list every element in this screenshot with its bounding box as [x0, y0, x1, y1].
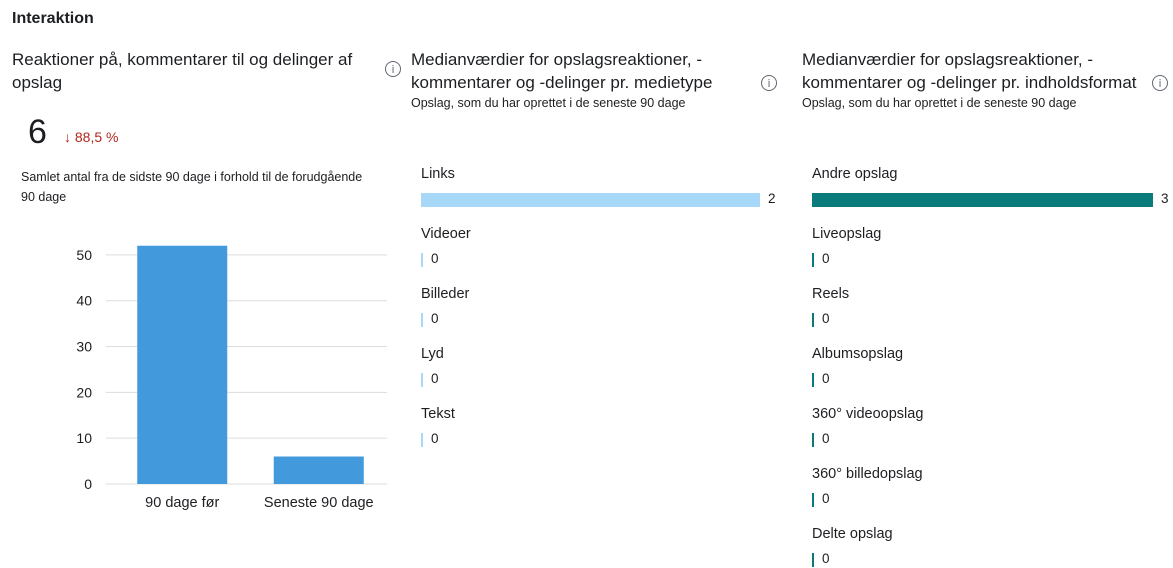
- bar-value: 0: [822, 251, 830, 266]
- bar[interactable]: [812, 553, 814, 567]
- bar-value: 0: [431, 431, 439, 446]
- bar[interactable]: [137, 245, 228, 484]
- bar[interactable]: [421, 433, 423, 447]
- bar[interactable]: [421, 193, 760, 207]
- bar[interactable]: [273, 456, 364, 484]
- kpi-delta: ↓ 88,5 %: [64, 129, 119, 145]
- bar[interactable]: [812, 373, 814, 387]
- section-title: Interaktion: [12, 10, 94, 27]
- comparison-bar-chart: 0 10 20 30 40 50 90 dage før Seneste 90 dage: [76, 245, 387, 511]
- bar[interactable]: [421, 313, 423, 327]
- card-title: Reaktioner på, kommentarer til og deling…: [12, 50, 353, 92]
- card-title: Medianværdier for opslagsreaktioner, -ko…: [802, 50, 1137, 92]
- y-tick-label: 0: [84, 476, 92, 492]
- content-format-card: Medianværdier for opslagsreaktioner, -ko…: [802, 48, 1173, 567]
- bar-label: Andre opslag: [812, 166, 898, 182]
- bar-value: 2: [768, 191, 776, 206]
- bar-label: Delte opslag: [812, 526, 893, 542]
- bar-label: Videoer: [421, 226, 471, 242]
- bar-label: 360° videoopslag: [812, 406, 924, 422]
- bar-value: 0: [431, 371, 439, 386]
- bar-label: Links: [421, 166, 455, 182]
- bar-label: Albumsopslag: [812, 346, 904, 362]
- bar-value: 0: [822, 551, 830, 566]
- bar-value: 0: [431, 251, 439, 266]
- card-subtitle: Opslag, som du har oprettet i de seneste…: [411, 96, 686, 110]
- bar-value: 0: [822, 431, 830, 446]
- info-icon[interactable]: i: [761, 75, 777, 91]
- bar-label: Tekst: [421, 406, 455, 422]
- bar-label: 360° billedopslag: [812, 466, 923, 482]
- media-type-card: Medianværdier for opslagsreaktioner, -ko…: [411, 48, 791, 447]
- bar-label: Lyd: [421, 346, 444, 362]
- bar[interactable]: [812, 253, 814, 267]
- interaction-total-card: Reaktioner på, kommentarer til og deling…: [12, 48, 401, 511]
- y-tick-label: 40: [76, 293, 92, 309]
- bar[interactable]: [812, 433, 814, 447]
- kpi-description: Samlet antal fra de sidste 90 dage i for…: [21, 170, 363, 204]
- bar-value: 0: [431, 311, 439, 326]
- card-subtitle: Opslag, som du har oprettet i de seneste…: [802, 96, 1077, 110]
- bar-label: Reels: [812, 286, 850, 302]
- bar-value: 0: [822, 311, 830, 326]
- x-tick-label: Seneste 90 dage: [264, 495, 374, 511]
- y-tick-label: 30: [76, 339, 92, 355]
- bar-value: 0: [822, 371, 830, 386]
- kpi-value: 6: [28, 113, 47, 151]
- bar[interactable]: [812, 493, 814, 507]
- bar[interactable]: [421, 253, 423, 267]
- y-tick-label: 20: [76, 384, 92, 400]
- bar-label: Billeder: [421, 286, 470, 302]
- bar-value: 3: [1161, 191, 1169, 206]
- info-icon[interactable]: i: [385, 61, 401, 77]
- card-title: Medianværdier for opslagsreaktioner, -ko…: [411, 50, 713, 92]
- x-tick-label: 90 dage før: [145, 495, 219, 511]
- info-icon[interactable]: i: [1152, 75, 1168, 91]
- bar-value: 0: [822, 491, 830, 506]
- y-tick-label: 50: [76, 247, 92, 263]
- bar[interactable]: [812, 193, 1153, 207]
- bar-label: Liveopslag: [812, 226, 882, 242]
- y-tick-label: 10: [76, 430, 92, 446]
- bar[interactable]: [812, 313, 814, 327]
- bar[interactable]: [421, 373, 423, 387]
